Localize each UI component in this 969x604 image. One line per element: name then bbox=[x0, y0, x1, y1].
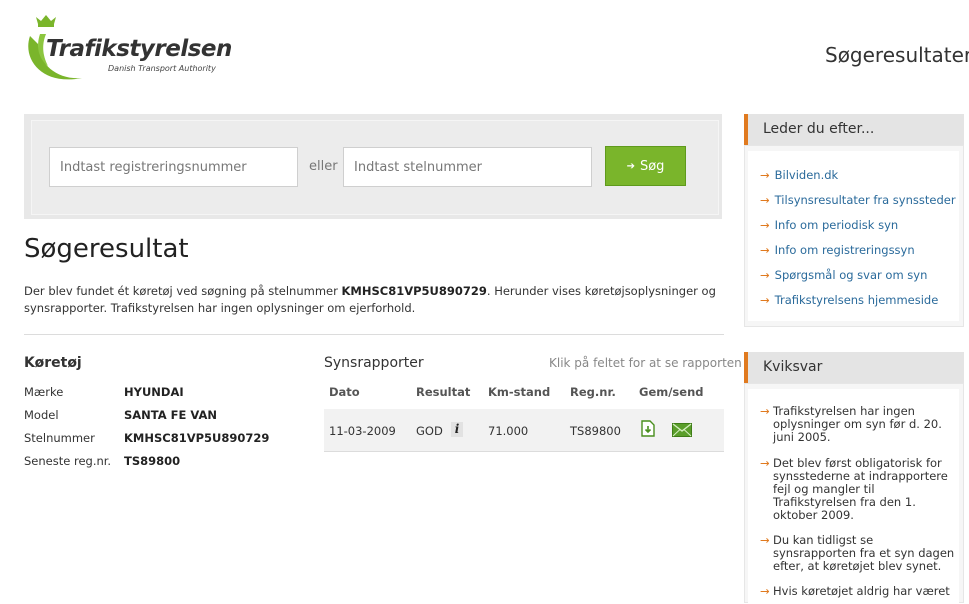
vehicle-value-reg: TS89800 bbox=[124, 454, 181, 468]
sidebar-link-bilviden[interactable]: → Bilviden.dk bbox=[760, 168, 838, 182]
column-header-result: Resultat bbox=[416, 385, 471, 399]
logo-title: Trafikstyrelsen bbox=[46, 36, 232, 62]
registration-number-input[interactable] bbox=[49, 147, 298, 187]
sidebar-link-label: Info om registreringssyn bbox=[774, 243, 915, 257]
column-header-save-send: Gem/send bbox=[639, 385, 704, 399]
column-header-km: Km-stand bbox=[488, 385, 551, 399]
quick-answer-text: Trafikstyrelsen har ingen oplysninger om… bbox=[773, 404, 942, 444]
sidebar-link-registreringssyn[interactable]: → Info om registreringssyn bbox=[760, 243, 915, 257]
arrow-right-icon: → bbox=[760, 584, 770, 598]
vin-input[interactable] bbox=[343, 147, 592, 187]
arrow-right-icon: ➔ bbox=[626, 160, 635, 172]
divider bbox=[24, 334, 724, 335]
arrow-right-icon: → bbox=[760, 243, 770, 257]
arrow-right-icon: → bbox=[760, 168, 770, 182]
vehicle-label-make: Mærke bbox=[24, 385, 64, 399]
arrow-right-icon: → bbox=[760, 404, 770, 418]
sidebar-link-periodisk-syn[interactable]: → Info om periodisk syn bbox=[760, 218, 898, 232]
arrow-right-icon: → bbox=[760, 456, 770, 470]
sidebar-link-label: Tilsynsresultater fra synssteder bbox=[774, 193, 956, 207]
save-document-icon[interactable] bbox=[641, 420, 655, 441]
results-description: Der blev fundet ét køretøj ved søgning p… bbox=[24, 283, 724, 317]
sidebar-link-homepage[interactable]: → Trafikstyrelsens hjemmeside bbox=[760, 293, 938, 307]
sidebar-link-faq[interactable]: → Spørgsmål og svar om syn bbox=[760, 268, 927, 282]
quick-answer-text: Hvis køretøjet aldrig har været bbox=[773, 584, 950, 598]
sidebar-heading-quick: Kviksvar bbox=[744, 352, 964, 383]
quick-answer-item: → Trafikstyrelsen har ingen oplysninger o… bbox=[760, 405, 955, 444]
report-result[interactable]: GOD bbox=[416, 424, 443, 438]
search-button-label: Søg bbox=[639, 158, 665, 174]
arrow-right-icon: → bbox=[760, 268, 770, 282]
or-label: eller bbox=[309, 159, 338, 174]
sidebar-link-tilsynsresultater[interactable]: → Tilsynsresultater fra synssteder bbox=[760, 193, 956, 207]
arrow-right-icon: → bbox=[760, 533, 770, 547]
reports-heading: Synsrapporter bbox=[324, 355, 424, 371]
report-reg[interactable]: TS89800 bbox=[570, 424, 621, 438]
quick-answer-item: → Du kan tidligst se synsrapporten fra et… bbox=[760, 534, 955, 573]
results-desc-vin: KMHSC81VP5U890729 bbox=[341, 284, 487, 298]
sidebar-heading-looking: Leder du efter... bbox=[744, 114, 964, 145]
sidebar-link-label: Info om periodisk syn bbox=[774, 218, 899, 232]
email-icon[interactable] bbox=[672, 422, 692, 441]
results-title: Søgeresultat bbox=[24, 234, 189, 264]
report-km[interactable]: 71.000 bbox=[488, 424, 528, 438]
search-button[interactable]: ➔ Søg bbox=[605, 146, 686, 186]
arrow-right-icon: → bbox=[760, 218, 770, 232]
sidebar-link-label: Spørgsmål og svar om syn bbox=[774, 268, 928, 282]
sidebar-link-label: Trafikstyrelsens hjemmeside bbox=[774, 293, 939, 307]
logo-subtitle: Danish Transport Authority bbox=[108, 64, 216, 73]
results-desc-prefix: Der blev fundet ét køretøj ved søgning p… bbox=[24, 284, 342, 298]
column-header-reg: Reg.nr. bbox=[570, 385, 616, 399]
vehicle-label-vin: Stelnummer bbox=[24, 431, 95, 445]
sidebar-link-label: Bilviden.dk bbox=[774, 168, 839, 182]
vehicle-label-model: Model bbox=[24, 408, 59, 422]
quick-answer-text: Du kan tidligst se synsrapporten fra et … bbox=[773, 533, 955, 573]
quick-answer-text: Det blev først obligatorisk for synssted… bbox=[773, 456, 948, 522]
report-date[interactable]: 11-03-2009 bbox=[329, 424, 396, 438]
page-heading: Søgeresultater bbox=[825, 43, 969, 67]
vehicle-value-model: SANTA FE VAN bbox=[124, 408, 218, 422]
column-header-date: Dato bbox=[329, 385, 360, 399]
vehicle-label-reg: Seneste reg.nr. bbox=[24, 454, 112, 468]
vehicle-heading: Køretøj bbox=[24, 355, 82, 371]
arrow-right-icon: → bbox=[760, 193, 770, 207]
arrow-right-icon: → bbox=[760, 293, 770, 307]
vehicle-value-make: HYUNDAI bbox=[124, 385, 184, 399]
info-icon[interactable]: i bbox=[451, 422, 463, 437]
reports-hint: Klik på feltet for at se rapporten bbox=[549, 356, 742, 370]
quick-answer-item: → Hvis køretøjet aldrig har været bbox=[760, 585, 955, 598]
vehicle-value-vin: KMHSC81VP5U890729 bbox=[124, 431, 270, 445]
quick-answer-item: → Det blev først obligatorisk for synsste… bbox=[760, 457, 955, 522]
